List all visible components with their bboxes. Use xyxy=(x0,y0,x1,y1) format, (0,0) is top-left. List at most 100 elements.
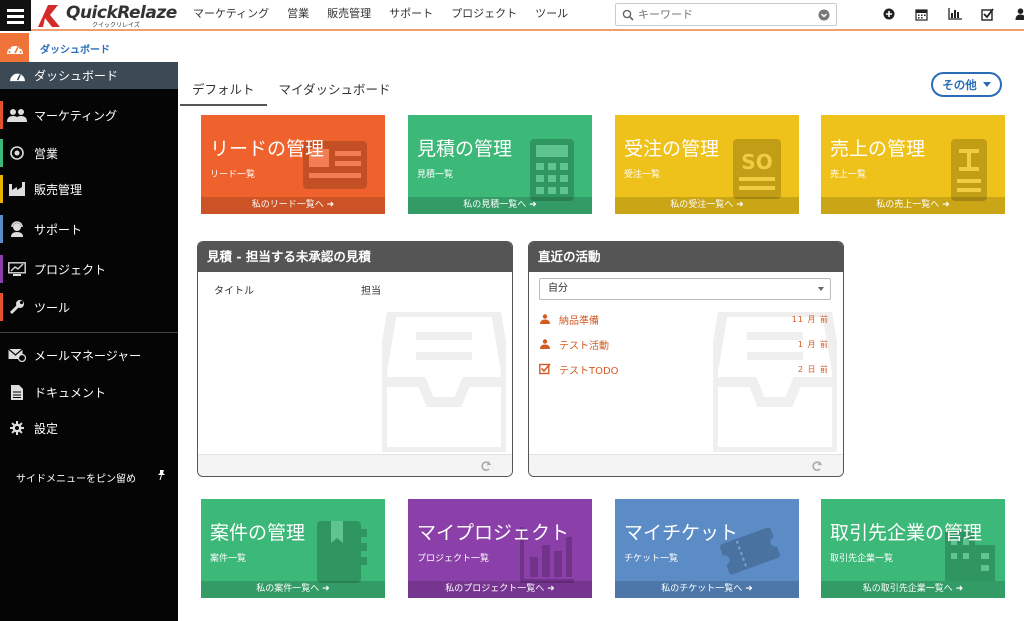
calendar-icon[interactable] xyxy=(905,4,938,24)
tile-footer-link[interactable]: 私の案件一覧へ ➜ xyxy=(201,581,385,598)
empty-inbox-icon xyxy=(382,312,506,452)
topnav-project[interactable]: プロジェクト xyxy=(451,0,525,28)
sidebar-divider xyxy=(0,332,178,333)
tile-title: 見積の管理 xyxy=(417,138,513,160)
tile-lead-management[interactable]: リードの管理 リード一覧 私のリード一覧へ ➜ xyxy=(201,115,385,214)
refresh-icon[interactable] xyxy=(480,460,492,472)
sidebar-color-bar xyxy=(0,139,3,167)
activity-item[interactable]: 納品準備 11 月 前 xyxy=(539,311,829,327)
activity-owner-select[interactable]: 自分 xyxy=(539,278,831,300)
topnav-marketing[interactable]: マーケティング xyxy=(193,0,277,28)
activity-label[interactable]: テストTODO xyxy=(559,362,619,377)
headset-icon xyxy=(0,221,34,237)
tile-footer-link[interactable]: 私の受注一覧へ ➜ xyxy=(615,197,799,214)
sidebar-pin-label: サイドメニューをピン留め xyxy=(16,474,136,485)
sidebar-item-sales[interactable]: 営業 xyxy=(0,135,178,171)
more-button[interactable]: その他 xyxy=(931,72,1002,97)
sidebar-item-label: サポート xyxy=(34,222,83,237)
tile-quote-management[interactable]: 見積の管理 見積一覧 私の見積一覧へ ➜ xyxy=(408,115,592,214)
activity-item[interactable]: テスト活動 1 月 前 xyxy=(539,336,829,352)
event-icon xyxy=(540,339,550,349)
calculator-icon xyxy=(530,139,574,201)
mail-icon xyxy=(0,348,34,362)
tile-footer-label: 私の案件一覧へ xyxy=(256,584,320,594)
briefcase-book-icon xyxy=(317,521,367,583)
gear-icon xyxy=(0,421,34,435)
tile-footer-link[interactable]: 私のリード一覧へ ➜ xyxy=(201,197,385,214)
panel-title: 見積 - 担当する未承認の見積 xyxy=(198,242,512,272)
sidebar-item-marketing[interactable]: マーケティング xyxy=(0,97,178,133)
sidebar-pin-toggle[interactable]: サイドメニューをピン留め xyxy=(16,470,166,485)
select-value: 自分 xyxy=(548,283,568,294)
tile-footer-label: 私のチケット一覧へ xyxy=(661,584,743,594)
activity-label[interactable]: 納品準備 xyxy=(559,312,599,327)
tab-my-dashboard[interactable]: マイダッシュボード xyxy=(267,76,403,106)
top-nav: マーケティング 営業 販売管理 サポート プロジェクト ツール xyxy=(193,0,586,28)
sidebar-color-bar xyxy=(0,101,3,129)
bar-chart-icon[interactable] xyxy=(938,4,971,24)
column-header-owner[interactable]: 担当 xyxy=(361,282,381,297)
tile-footer-link[interactable]: 私の取引先企業一覧へ ➜ xyxy=(821,581,1005,598)
dashboard-icon xyxy=(0,69,34,82)
dashboard-content: デフォルト マイダッシュボード その他 リードの管理 リード一覧 私のリード一覧… xyxy=(178,62,1024,621)
tile-subtitle[interactable]: プロジェクト一覧 xyxy=(417,551,489,564)
tile-subtitle[interactable]: 取引先企業一覧 xyxy=(830,551,893,564)
sidebar-item-settings[interactable]: 設定 xyxy=(0,410,178,446)
wrench-icon xyxy=(0,299,34,315)
sidebar-item-tools[interactable]: ツール xyxy=(0,289,178,325)
plus-circle-icon[interactable] xyxy=(872,4,905,24)
refresh-icon[interactable] xyxy=(811,460,823,472)
chevron-down-circle-icon[interactable] xyxy=(818,9,830,21)
column-header-title[interactable]: タイトル xyxy=(214,282,254,297)
topnav-sales-management[interactable]: 販売管理 xyxy=(327,0,379,28)
tile-footer-link[interactable]: 私のプロジェクト一覧へ ➜ xyxy=(408,581,592,598)
dashboard-icon xyxy=(0,33,29,62)
tile-footer-link[interactable]: 私の売上一覧へ ➜ xyxy=(821,197,1005,214)
tile-account-management[interactable]: 取引先企業の管理 取引先企業一覧 私の取引先企業一覧へ ➜ xyxy=(821,499,1005,598)
topnav-support[interactable]: サポート xyxy=(389,0,441,28)
tile-subtitle[interactable]: チケット一覧 xyxy=(624,551,678,564)
activity-time: 11 月 前 xyxy=(791,314,829,324)
tile-order-management[interactable]: SO 受注の管理 受注一覧 私の受注一覧へ ➜ xyxy=(615,115,799,214)
sidebar-item-mail-manager[interactable]: メールマネージャー xyxy=(0,337,178,373)
tile-subtitle[interactable]: 受注一覧 xyxy=(624,167,660,180)
tile-subtitle[interactable]: リード一覧 xyxy=(210,167,255,180)
logo-subtext: クイックリレイズ xyxy=(92,22,140,29)
tile-footer-link[interactable]: 私の見積一覧へ ➜ xyxy=(408,197,592,214)
app-logo[interactable]: QuickRelaze クイックリレイズ xyxy=(36,3,177,29)
hamburger-menu-icon[interactable] xyxy=(0,0,31,31)
panel-title: 直近の活動 xyxy=(529,242,843,272)
tile-subtitle[interactable]: 見積一覧 xyxy=(417,167,453,180)
sidebar-color-bar xyxy=(0,255,3,283)
sidebar-color-bar xyxy=(0,175,3,203)
tile-title: マイチケット xyxy=(624,522,739,544)
sidebar-item-project[interactable]: プロジェクト xyxy=(0,251,178,287)
tile-title: リードの管理 xyxy=(210,138,325,160)
tile-my-projects[interactable]: マイプロジェクト プロジェクト一覧 私のプロジェクト一覧へ ➜ xyxy=(408,499,592,598)
sidebar-item-label: 営業 xyxy=(34,146,59,161)
activity-label[interactable]: テスト活動 xyxy=(559,337,609,352)
tile-footer-link[interactable]: 私のチケット一覧へ ➜ xyxy=(615,581,799,598)
topnav-tools[interactable]: ツール xyxy=(535,0,576,28)
sidebar-item-support[interactable]: サポート xyxy=(0,211,178,247)
tile-footer-label: 私の取引先企業一覧へ xyxy=(862,584,953,594)
breadcrumb-current[interactable]: ダッシュボード xyxy=(40,41,110,56)
logo-mark-icon xyxy=(38,5,60,27)
tab-default[interactable]: デフォルト xyxy=(180,76,267,106)
search-input[interactable] xyxy=(638,6,808,23)
tile-subtitle[interactable]: 案件一覧 xyxy=(210,551,246,564)
top-bar: QuickRelaze クイックリレイズ マーケティング 営業 販売管理 サポー… xyxy=(0,0,1024,31)
more-button-label: その他 xyxy=(942,77,977,92)
user-icon[interactable] xyxy=(1004,4,1024,24)
sidebar-item-sales-management[interactable]: 販売管理 xyxy=(0,171,178,207)
activity-item[interactable]: テストTODO 2 日 前 xyxy=(539,361,829,377)
tile-my-tickets[interactable]: マイチケット チケット一覧 私のチケット一覧へ ➜ xyxy=(615,499,799,598)
tile-sales-management[interactable]: 売上の管理 売上一覧 私の売上一覧へ ➜ xyxy=(821,115,1005,214)
tile-subtitle[interactable]: 売上一覧 xyxy=(830,167,866,180)
checkbox-icon[interactable] xyxy=(971,4,1004,24)
tile-deal-management[interactable]: 案件の管理 案件一覧 私の案件一覧へ ➜ xyxy=(201,499,385,598)
sidebar-item-dashboard[interactable]: ダッシュボード xyxy=(0,62,178,89)
sidebar-item-label: ダッシュボード xyxy=(34,69,119,83)
sidebar-item-documents[interactable]: ドキュメント xyxy=(0,374,178,410)
topnav-sales[interactable]: 営業 xyxy=(287,0,317,28)
